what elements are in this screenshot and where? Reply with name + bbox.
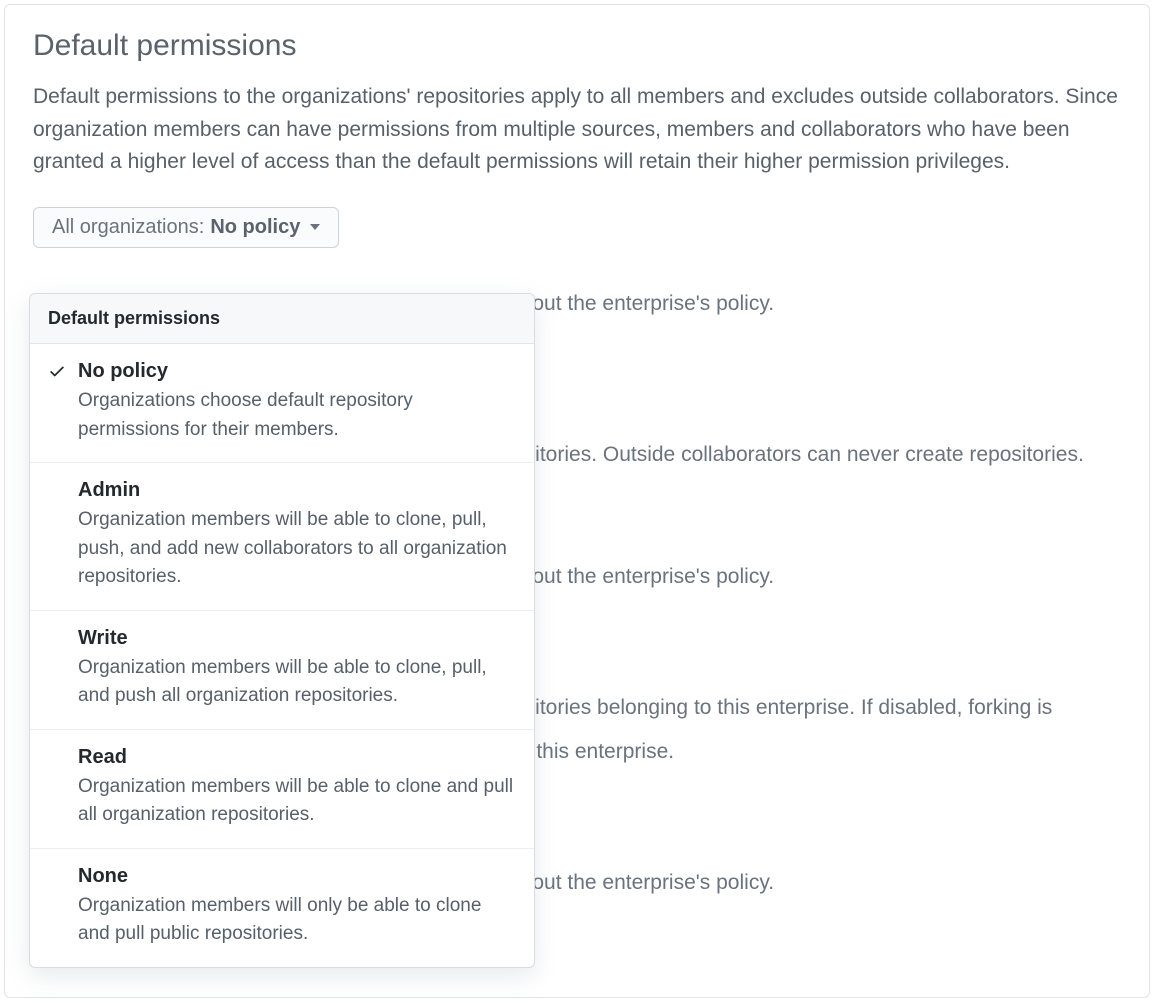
option-desc: Organization members will be able to clo…	[78, 506, 516, 592]
option-desc: Organization members will be able to clo…	[78, 773, 516, 830]
policy-option-no-policy[interactable]: No policy Organizations choose default r…	[30, 344, 534, 463]
description-text: Default permissions to the organizations…	[33, 81, 1121, 179]
policy-option-read[interactable]: Read Organization members will be able t…	[30, 730, 534, 849]
dropdown-menu-header: Default permissions	[30, 294, 534, 344]
option-desc: Organizations choose default repository …	[78, 387, 516, 444]
dropdown-prefix: All organizations:	[52, 216, 204, 239]
settings-panel: Default permissions Default permissions …	[4, 4, 1150, 998]
page-title: Default permissions	[33, 29, 1121, 63]
option-title: Read	[78, 746, 516, 769]
policy-option-write[interactable]: Write Organization members will be able …	[30, 611, 534, 730]
option-title: No policy	[78, 360, 516, 383]
option-title: None	[78, 865, 516, 888]
option-title: Admin	[78, 479, 516, 502]
option-desc: Organization members will be able to clo…	[78, 654, 516, 711]
policy-dropdown-button[interactable]: All organizations: No policy	[33, 207, 339, 248]
option-desc: Organization members will only be able t…	[78, 892, 516, 949]
dropdown-value: No policy	[210, 216, 300, 239]
caret-down-icon	[310, 224, 320, 230]
policy-option-none[interactable]: None Organization members will only be a…	[30, 849, 534, 967]
check-icon	[48, 362, 66, 380]
policy-option-admin[interactable]: Admin Organization members will be able …	[30, 463, 534, 611]
policy-dropdown-menu: Default permissions No policy Organizati…	[29, 293, 535, 968]
option-title: Write	[78, 627, 516, 650]
